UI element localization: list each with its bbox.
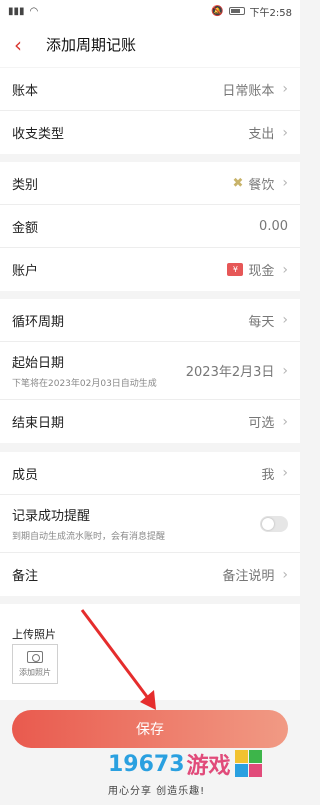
chevron-right-icon: › bbox=[282, 413, 288, 430]
navigation-bar: ‹ 添加周期记账 bbox=[0, 22, 300, 67]
start-date-label: 起始日期 bbox=[12, 356, 65, 371]
end-date-value: 可选 bbox=[248, 416, 275, 431]
reminder-toggle[interactable] bbox=[260, 515, 288, 532]
row-type[interactable]: 收支类型 支出 › bbox=[0, 111, 300, 154]
row-category[interactable]: 类别 ✖ 餐饮 › bbox=[0, 162, 300, 205]
account-label: 账户 bbox=[12, 264, 39, 279]
category-label: 类别 bbox=[12, 177, 39, 193]
annotation-arrow bbox=[80, 609, 156, 710]
category-value: 餐饮 bbox=[248, 177, 275, 193]
watermark-number: 19673 bbox=[108, 751, 185, 777]
type-label: 收支类型 bbox=[12, 127, 65, 142]
status-bar: ▮▮▮ ◠ 🔕 下午2:58 bbox=[0, 0, 300, 22]
start-date-hint: 下笔将在2023年02月03日自动生成 bbox=[12, 379, 157, 389]
cash-icon: ¥ bbox=[227, 263, 244, 276]
chevron-right-icon: › bbox=[282, 312, 288, 328]
amount-label: 金额 bbox=[12, 220, 39, 236]
schedule-group: 循环周期 每天 › 起始日期 下笔将在2023年02月03日自动生成 2023年2… bbox=[0, 299, 300, 443]
reminder-hint: 到期自动生成流水账时，会有消息提醒 bbox=[12, 532, 166, 542]
chevron-left-icon: ‹ bbox=[14, 32, 22, 57]
chevron-right-icon: › bbox=[282, 175, 288, 191]
clock: 下午2:58 bbox=[249, 7, 292, 19]
wifi-icon: ◠ bbox=[29, 5, 39, 17]
note-input[interactable]: 备注说明 bbox=[222, 565, 274, 584]
row-reminder: 记录成功提醒 到期自动生成流水账时，会有消息提醒 bbox=[0, 495, 300, 553]
page-title: 添加周期记账 bbox=[46, 36, 137, 54]
mute-icon: 🔕 bbox=[211, 5, 224, 17]
row-cycle[interactable]: 循环周期 每天 › bbox=[0, 299, 300, 342]
cycle-value: 每天 bbox=[248, 314, 275, 330]
add-photo-label: 添加照片 bbox=[19, 667, 51, 677]
ledger-value: 日常账本 bbox=[222, 83, 275, 99]
save-button[interactable]: 保存 bbox=[12, 710, 288, 748]
note-label: 备注 bbox=[12, 569, 39, 584]
amount-value: 0.00 bbox=[259, 218, 288, 234]
member-label: 成员 bbox=[12, 467, 39, 483]
reminder-label: 记录成功提醒 bbox=[12, 509, 91, 524]
entry-details-group: 类别 ✖ 餐饮 › 金额 0.00 账户 ¥ 现金 › bbox=[0, 162, 300, 291]
upload-title: 上传照片 bbox=[12, 628, 56, 641]
chevron-right-icon: › bbox=[282, 566, 288, 583]
chevron-right-icon: › bbox=[282, 465, 288, 481]
chevron-right-icon: › bbox=[282, 124, 288, 141]
cube-icon bbox=[234, 750, 263, 778]
signal-icon: ▮▮▮ bbox=[8, 5, 25, 17]
member-value: 我 bbox=[261, 467, 275, 483]
camera-icon bbox=[27, 650, 43, 663]
watermark-slogan: 用心分享 创造乐趣! bbox=[108, 786, 206, 797]
row-end-date[interactable]: 结束日期 可选 › bbox=[0, 400, 300, 443]
account-value: 现金 bbox=[248, 264, 275, 279]
type-value: 支出 bbox=[248, 127, 275, 142]
start-date-value: 2023年2月3日 bbox=[185, 365, 275, 380]
add-photo-button[interactable]: 添加照片 bbox=[12, 644, 58, 684]
battery-icon bbox=[228, 7, 245, 15]
row-start-date[interactable]: 起始日期 下笔将在2023年02月03日自动生成 2023年2月3日 › bbox=[0, 342, 300, 400]
watermark-name: 游戏 bbox=[186, 754, 231, 779]
chevron-right-icon: › bbox=[282, 362, 288, 379]
row-amount[interactable]: 金额 0.00 bbox=[0, 205, 300, 248]
row-member[interactable]: 成员 我 › bbox=[0, 452, 300, 495]
cycle-label: 循环周期 bbox=[12, 314, 65, 330]
ledger-settings-group: 账本 日常账本 › 收支类型 支出 › bbox=[0, 68, 300, 154]
back-button[interactable]: ‹ bbox=[0, 22, 36, 67]
row-note[interactable]: 备注 备注说明 › bbox=[0, 553, 300, 596]
chevron-right-icon: › bbox=[282, 261, 288, 278]
row-ledger[interactable]: 账本 日常账本 › bbox=[0, 68, 300, 111]
row-account[interactable]: 账户 ¥ 现金 › bbox=[0, 248, 300, 291]
ledger-label: 账本 bbox=[12, 83, 39, 99]
end-date-label: 结束日期 bbox=[12, 416, 65, 431]
fork-knife-icon: ✖ bbox=[232, 175, 244, 191]
extra-group: 成员 我 › 记录成功提醒 到期自动生成流水账时，会有消息提醒 备注 备注说明 › bbox=[0, 452, 300, 596]
watermark-logo: 19673 游戏 用心分享 创造乐趣! bbox=[108, 748, 298, 798]
chevron-right-icon: › bbox=[282, 81, 288, 97]
